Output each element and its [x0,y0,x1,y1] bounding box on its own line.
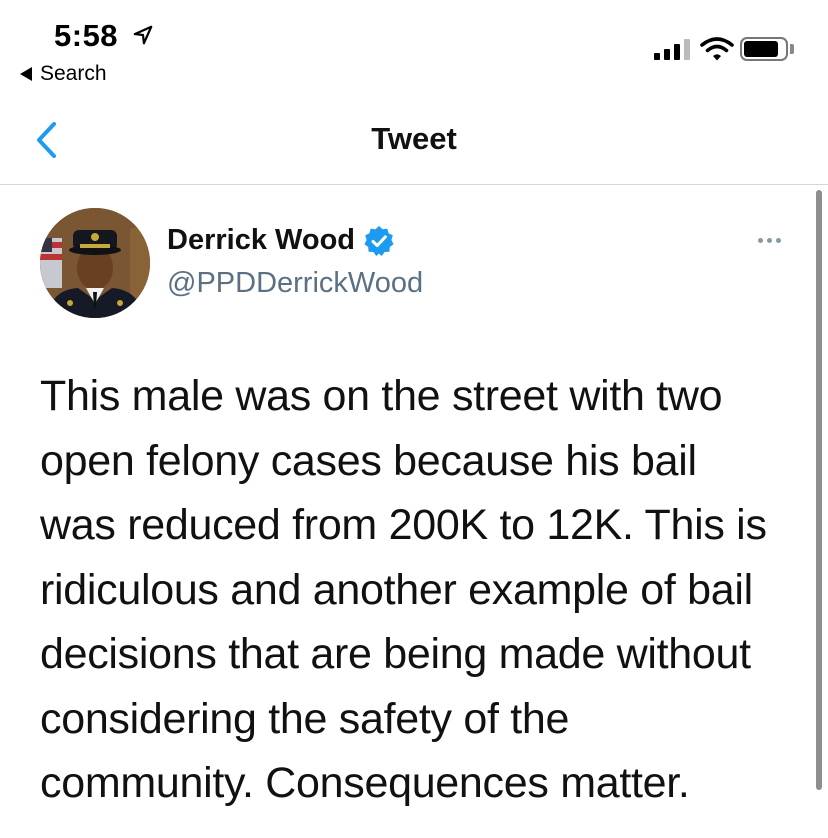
back-to-search-label: Search [40,62,107,85]
battery-cap [790,44,794,54]
tweet-text-line: considering the safety of the [40,694,570,743]
verified-badge-icon [364,225,394,256]
tweet-text-line: open felony cases because his bail [40,436,697,485]
more-options-icon[interactable] [754,234,785,247]
cellular-signal-icon [654,38,690,60]
author-handle[interactable]: @PPDDerrickWood [167,267,423,300]
tweet-text-line: This male was on the street with two [40,372,723,420]
avatar[interactable] [40,208,150,318]
tweet-text: This male was on the street with two ope… [40,364,810,816]
location-arrow-icon [133,25,153,45]
tweet-text-line: community. Consequences matter. [40,759,690,807]
tweet-author[interactable]: Derrick Wood @PPDDerrickWood [167,224,423,300]
status-time: 5:58 [54,18,119,53]
wifi-icon [700,37,734,61]
tweet-text-line: decisions that are being made without [40,630,751,678]
tweet-screen: 5:58 Search Tweet Derrick Wood @PPDDerri… [0,0,828,838]
battery-level-fill [744,41,778,57]
scrollbar[interactable] [816,190,822,790]
author-name[interactable]: Derrick Wood [167,224,355,257]
page-title: Tweet [371,121,457,156]
header-divider [0,184,828,185]
back-triangle-icon [20,67,32,81]
tweet-text-line: was reduced from 200K to 12K. This is [40,501,767,549]
back-to-search-link[interactable]: Search [20,62,107,86]
tweet-text-line: ridiculous and another example of bail [40,565,753,614]
battery-icon [740,37,788,61]
avatar-image [40,208,150,318]
